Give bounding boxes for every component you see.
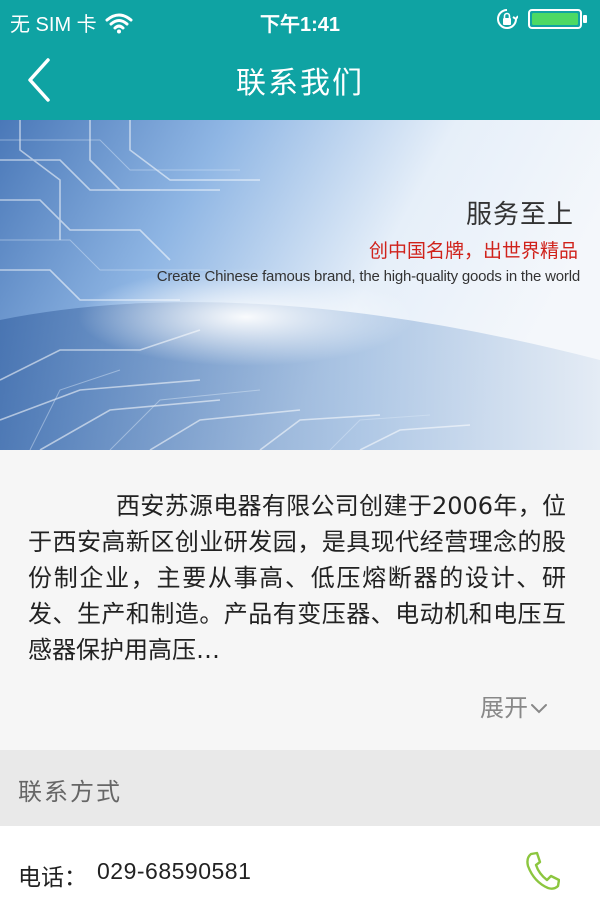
expand-label: 展开	[480, 694, 528, 722]
phone-label: 电话：	[18, 865, 87, 891]
banner-slogan: 创中国名牌，出世界精品	[368, 240, 578, 262]
chevron-down-icon	[531, 703, 547, 713]
contact-section-title: 联系方式	[18, 778, 122, 806]
contact-section-header: 联系方式	[0, 750, 600, 826]
status-bar: 无 SIM 卡 下午1:41	[0, 0, 600, 40]
page-title: 联系我们	[236, 66, 364, 101]
company-intro: 西安苏源电器有限公司创建于2006年，位于西安高新区创业研发园，是具现代经营理念…	[0, 450, 600, 750]
expand-button[interactable]: 展开	[480, 688, 548, 723]
phone-icon[interactable]	[524, 850, 560, 890]
status-right	[496, 8, 588, 30]
banner-title: 服务至上	[465, 200, 574, 230]
phone-number: 029-68590581	[97, 858, 252, 884]
company-intro-text: 西安苏源电器有限公司创建于2006年，位于西安高新区创业研发园，是具现代经营理念…	[28, 492, 566, 664]
phone-row[interactable]: 电话： 029-68590581	[0, 826, 600, 900]
nav-bar: 联系我们	[0, 40, 600, 120]
orientation-lock-icon	[497, 9, 518, 29]
contact-us-screen: 无 SIM 卡 下午1:41 联系我们 服务至上 创中国名牌，出世界精品 Cre…	[0, 0, 600, 900]
banner-english-slogan: Create Chinese famous brand, the high-qu…	[156, 268, 580, 285]
banner-image: 服务至上 创中国名牌，出世界精品 Create Chinese famous b…	[0, 120, 600, 450]
battery-icon	[528, 9, 587, 29]
banner-background	[0, 120, 600, 450]
